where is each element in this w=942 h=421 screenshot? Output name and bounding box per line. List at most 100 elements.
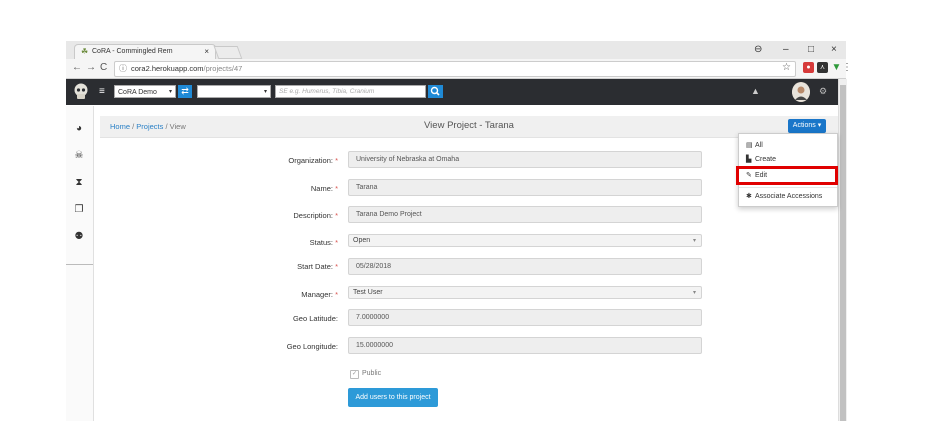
name-field[interactable]: Tarana <box>348 179 702 196</box>
description-field[interactable]: Tarana Demo Project <box>348 206 702 223</box>
organization-field[interactable]: University of Nebraska at Omaha <box>348 151 702 168</box>
required-marker: * <box>335 156 338 165</box>
swap-icon[interactable]: ⇄ <box>178 85 192 98</box>
actions-button[interactable]: Actions ▾ <box>788 119 826 133</box>
forward-button[interactable]: → <box>86 62 96 73</box>
geo-longitude-field[interactable]: 15.0000000 <box>348 337 702 354</box>
settings-cogs-icon[interactable]: ⚙ <box>819 86 827 97</box>
name-label-text: Name: <box>310 184 333 193</box>
menu-item-associate-accessions[interactable]: ✱ Associate Accessions <box>746 192 822 200</box>
browser-menu-icon[interactable]: ⋮ <box>842 62 852 73</box>
extension-v-icon[interactable]: ▼ <box>831 62 842 73</box>
avatar[interactable] <box>792 82 810 102</box>
page-header: Home / Projects / View View Project - Ta… <box>100 116 838 138</box>
back-button[interactable]: ← <box>72 62 82 73</box>
browser-tab-bar: ☘ CoRA - Commingled Rem × ⊖ – □ × <box>66 41 846 60</box>
public-checkbox-row: ✓ Public <box>350 370 381 379</box>
chevron-down-icon: ▾ <box>692 238 696 244</box>
manager-label: Manager: * <box>138 290 338 299</box>
required-marker: * <box>335 290 338 299</box>
hourglass-icon[interactable]: ⧗ <box>72 176 86 190</box>
start-date-label: Start Date: * <box>138 262 338 271</box>
menu-item-label: All <box>755 142 763 149</box>
url-host: cora2.herokuapp.com <box>131 64 204 73</box>
skull-nav-icon[interactable]: ☠ <box>72 149 86 163</box>
close-window-button[interactable]: × <box>831 44 837 55</box>
minimize-button[interactable]: – <box>783 44 789 55</box>
search-button[interactable] <box>428 85 443 98</box>
required-marker: * <box>335 262 338 271</box>
browser-tab[interactable]: ☘ CoRA - Commingled Rem × <box>74 44 216 60</box>
extension-red-icon[interactable]: ● <box>803 62 814 73</box>
manager-select-value: Test User <box>353 289 383 296</box>
maximize-button[interactable]: □ <box>808 44 814 55</box>
status-label-text: Status: <box>309 238 333 247</box>
extension-pdf-icon[interactable]: ⋏ <box>817 62 828 73</box>
public-checkbox-label: Public <box>362 370 382 377</box>
chevron-down-icon: ▾ <box>263 89 267 95</box>
required-marker: * <box>335 184 338 193</box>
menu-toggle-icon[interactable]: ≡ <box>99 86 105 97</box>
copy-icon[interactable]: ❐ <box>72 203 86 217</box>
menu-item-label: Create <box>755 156 777 163</box>
bookmark-star-icon[interactable]: ☆ <box>782 62 791 73</box>
gear-icon: ✱ <box>746 193 752 200</box>
bell-icon[interactable]: ▲ <box>751 86 760 96</box>
app-navbar: ≡ CoRA Demo ▾ ⇄ ▾ SE e.g. Humerus, Tibia… <box>66 79 842 105</box>
url-field[interactable]: ⓘ cora2.herokuapp.com/projects/47 ☆ <box>114 61 796 77</box>
new-tab-button[interactable] <box>213 46 243 59</box>
reload-button[interactable]: C <box>100 62 107 73</box>
add-users-button[interactable]: Add users to this project <box>348 388 438 407</box>
file-icon: ▙ <box>746 156 752 163</box>
chevron-down-icon: ▾ <box>817 122 822 129</box>
url-text: cora2.herokuapp.com/projects/47 <box>131 64 242 73</box>
dashboard-icon[interactable]: ◕ <box>72 122 86 136</box>
description-label-text: Description: <box>293 211 333 220</box>
project-select[interactable]: ▾ <box>197 85 271 98</box>
description-label: Description: * <box>138 211 338 220</box>
address-bar-row: ← → C ⓘ cora2.herokuapp.com/projects/47 … <box>66 59 852 79</box>
browser-tab-title: CoRA - Commingled Rem <box>92 48 173 55</box>
start-date-label-text: Start Date: <box>297 262 333 271</box>
url-path: /projects/47 <box>203 64 243 73</box>
required-marker: * <box>335 211 338 220</box>
chevron-down-icon: ▾ <box>168 89 172 95</box>
geo-latitude-field[interactable]: 7.0000000 <box>348 309 702 326</box>
status-select[interactable]: Open ▾ <box>348 234 702 247</box>
account-icon[interactable]: ⊖ <box>754 44 762 55</box>
manager-select[interactable]: Test User ▾ <box>348 286 702 299</box>
manager-label-text: Manager: <box>301 290 333 299</box>
name-label: Name: * <box>138 184 338 193</box>
tab-close-icon[interactable]: × <box>204 47 209 56</box>
status-label: Status: * <box>138 238 338 247</box>
users-icon[interactable]: ⚉ <box>72 230 86 244</box>
page-title: View Project - Tarana <box>424 120 514 131</box>
organization-select-value: CoRA Demo <box>118 89 157 96</box>
actions-button-label: Actions <box>792 122 816 129</box>
organization-label-text: Organization: <box>288 156 333 165</box>
side-nav: ◕ ☠ ⧗ ❐ ⚉ <box>66 106 94 421</box>
status-select-value: Open <box>353 237 371 244</box>
menu-item-label: Associate Accessions <box>755 193 823 200</box>
list-icon: ▤ <box>746 142 753 149</box>
info-icon[interactable]: ⓘ <box>119 63 127 74</box>
organization-select[interactable]: CoRA Demo ▾ <box>114 85 176 98</box>
required-marker: * <box>335 238 338 247</box>
side-nav-divider <box>66 264 93 265</box>
menu-divider <box>739 187 837 188</box>
favicon-icon: ☘ <box>81 47 89 56</box>
skull-logo-icon[interactable] <box>73 83 89 101</box>
menu-item-all[interactable]: ▤ All <box>746 141 763 149</box>
geo-latitude-label: Geo Latitude: <box>292 314 338 323</box>
chevron-down-icon: ▾ <box>692 290 696 296</box>
public-checkbox[interactable]: ✓ <box>350 370 359 379</box>
geo-longitude-label: Geo Longitude: <box>286 342 338 351</box>
organization-label: Organization: * <box>138 156 338 165</box>
start-date-field[interactable]: 05/28/2018 <box>348 258 702 275</box>
menu-item-create[interactable]: ▙ Create <box>746 155 776 163</box>
search-icon <box>430 86 440 96</box>
page-scrollbar[interactable] <box>838 79 847 421</box>
scrollbar-thumb[interactable] <box>840 85 846 421</box>
search-input[interactable]: SE e.g. Humerus, Tibia, Cranium <box>275 85 426 98</box>
edit-highlight-box <box>736 166 838 185</box>
